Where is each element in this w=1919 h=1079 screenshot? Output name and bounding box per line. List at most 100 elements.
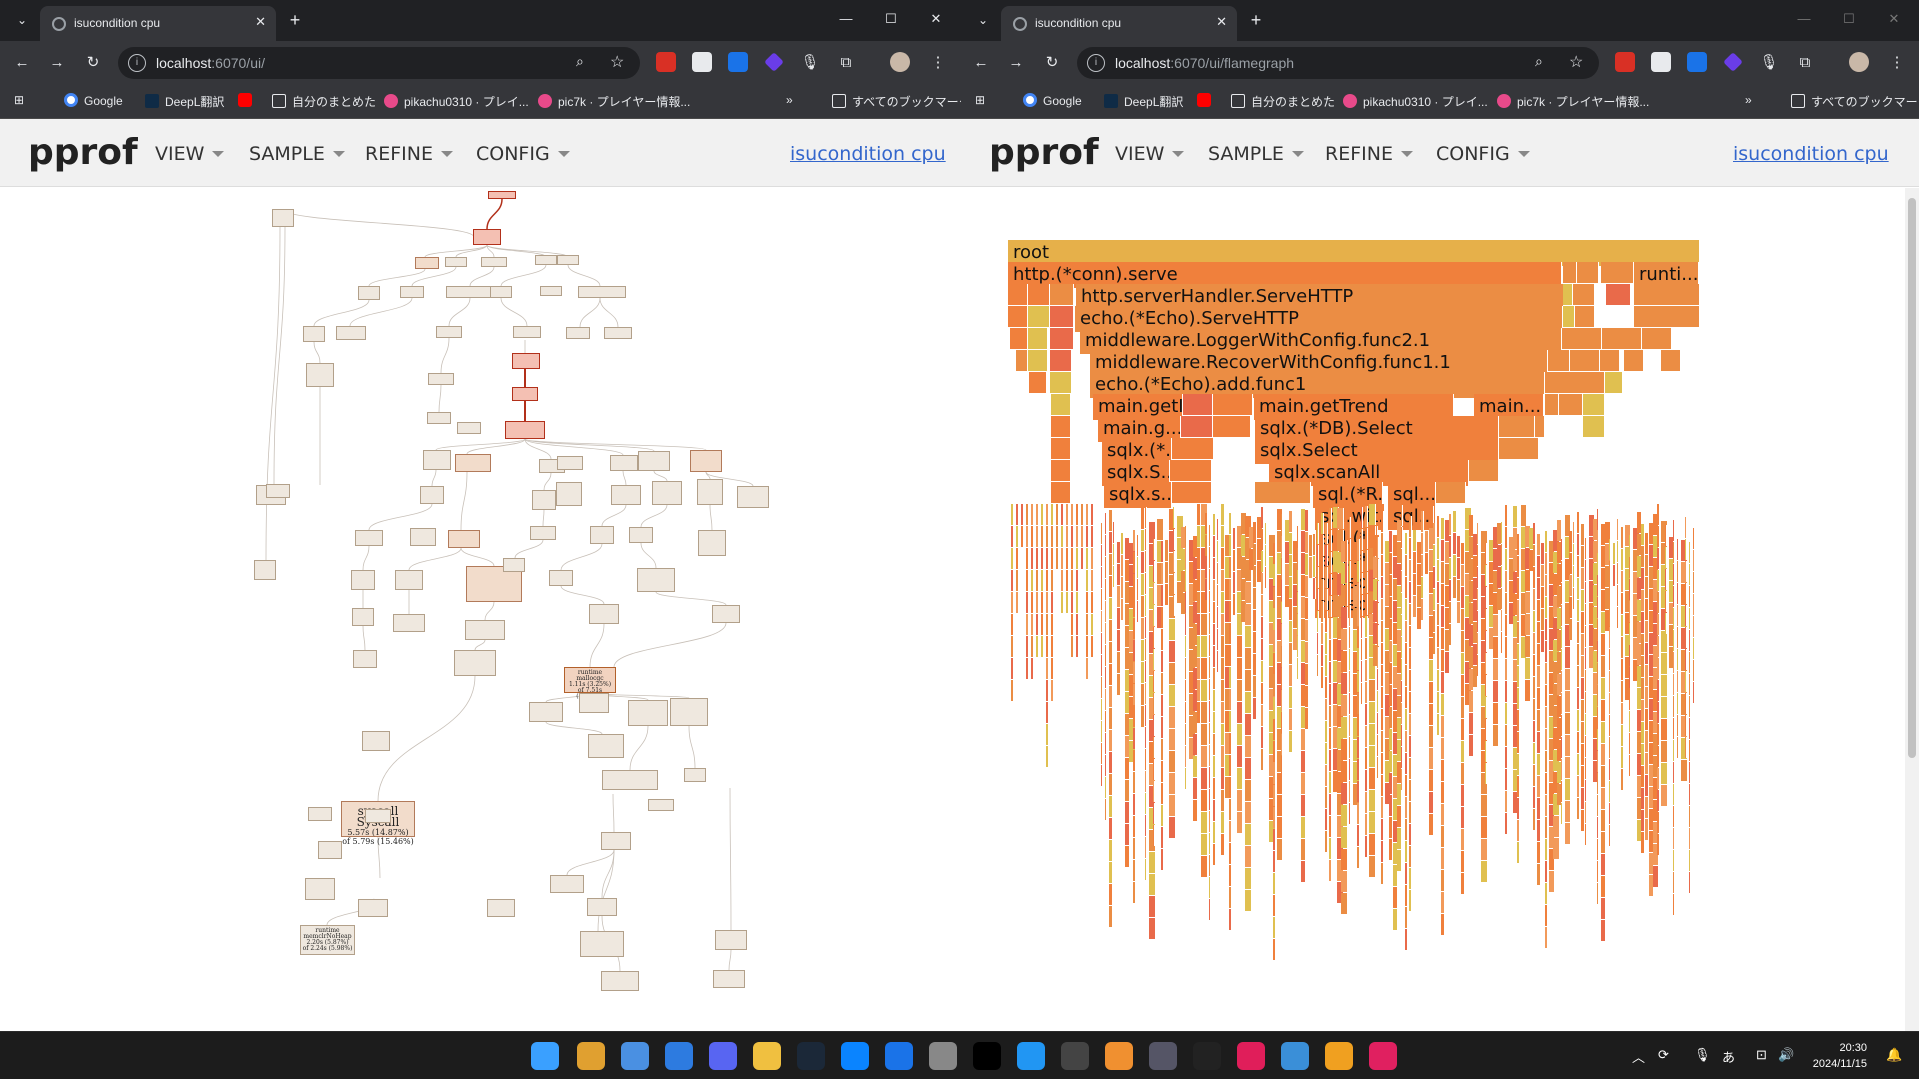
graph-node[interactable] <box>358 899 388 917</box>
flame-frame[interactable] <box>1209 789 1211 810</box>
flame-frame[interactable] <box>1693 682 1695 703</box>
flame-frame[interactable] <box>1537 732 1541 753</box>
flame-frame[interactable] <box>1689 806 1691 827</box>
flame-frame[interactable] <box>1433 633 1436 654</box>
flame-frame[interactable] <box>1237 812 1243 833</box>
flame-frame[interactable] <box>1026 548 1029 569</box>
flame-frame[interactable] <box>1585 604 1587 625</box>
flame-frame[interactable] <box>1577 798 1580 819</box>
flame-frame[interactable] <box>1349 781 1351 802</box>
flame-frame[interactable] <box>1609 693 1611 714</box>
profile-link[interactable]: isucondition cpu <box>1733 143 1889 165</box>
network-icon[interactable]: ⊡ <box>1756 1047 1767 1063</box>
flame-frame[interactable] <box>1533 545 1536 566</box>
flame-frame[interactable] <box>1401 769 1403 790</box>
bookmark-youtube[interactable] <box>1197 93 1217 108</box>
flame-frame[interactable] <box>1281 668 1283 689</box>
flame-frame[interactable] <box>1629 689 1631 710</box>
ime-indicator[interactable]: あ <box>1722 1047 1735 1066</box>
flame-frame[interactable] <box>1086 614 1089 635</box>
flame-frame[interactable] <box>1477 523 1479 544</box>
flame-frame[interactable] <box>1441 804 1445 825</box>
graph-node[interactable] <box>713 970 745 988</box>
flame-frame[interactable] <box>1693 528 1695 549</box>
flame-frame[interactable] <box>1381 687 1384 708</box>
graph-node[interactable] <box>393 614 425 632</box>
zoom-icon[interactable]: ⌕ <box>576 53 584 70</box>
graph-node[interactable] <box>611 485 641 505</box>
flame-frame[interactable] <box>1609 649 1611 670</box>
flame-frame[interactable] <box>1661 675 1668 696</box>
flame-frame[interactable] <box>1153 825 1155 846</box>
flame-frame[interactable] <box>1397 806 1402 827</box>
flame-frame[interactable] <box>1441 870 1445 891</box>
flame-frame[interactable] <box>1365 704 1368 725</box>
flame-frame[interactable] <box>1277 839 1283 860</box>
flame-frame[interactable] <box>1585 692 1587 713</box>
flame-frame[interactable] <box>1642 328 1672 349</box>
graph-node[interactable] <box>465 620 505 640</box>
flame-frame[interactable] <box>1016 592 1019 613</box>
graph-node[interactable] <box>481 257 507 267</box>
flame-frame[interactable] <box>1609 715 1611 736</box>
flame-frame[interactable] <box>1071 504 1074 525</box>
flame-frame[interactable] <box>1577 644 1580 665</box>
flame-frame[interactable] <box>1585 560 1587 581</box>
flame-frame[interactable] <box>1061 570 1064 591</box>
flame-frame[interactable] <box>1161 717 1164 738</box>
flame-frame[interactable] <box>1573 588 1575 609</box>
flame-frame[interactable] <box>1209 899 1211 920</box>
address-bar[interactable]: i localhost:6070/ui/flamegraph ⌕ ☆ <box>1077 47 1599 79</box>
flame-frame[interactable] <box>1209 723 1211 744</box>
flame-frame[interactable] <box>1217 607 1219 628</box>
flame-frame[interactable] <box>1273 587 1276 608</box>
flame-frame[interactable] <box>1261 617 1264 638</box>
flame-frame[interactable] <box>1185 680 1187 701</box>
flame-frame[interactable] <box>1689 586 1691 607</box>
flame-frame[interactable] <box>1213 756 1216 777</box>
flame-frame[interactable] <box>1321 667 1324 688</box>
flame-frame[interactable] <box>1673 762 1675 783</box>
flame-frame[interactable] <box>1609 671 1611 692</box>
flame-frame[interactable] <box>1597 883 1599 904</box>
flame-frame[interactable] <box>1621 769 1624 790</box>
flame-frame[interactable] <box>1081 548 1084 569</box>
flame-frame[interactable] <box>1169 685 1176 706</box>
flame-frame[interactable] <box>1066 548 1069 569</box>
flame-frame[interactable] <box>1161 629 1164 650</box>
more-bookmarks-icon[interactable]: » <box>1745 93 1752 107</box>
flame-frame[interactable] <box>1101 765 1103 786</box>
graph-node[interactable] <box>420 486 444 504</box>
flame-frame[interactable] <box>1401 593 1403 614</box>
flame-frame[interactable] <box>1501 610 1503 631</box>
flame-frame[interactable] <box>1101 611 1103 632</box>
flame-frame[interactable] <box>1133 596 1136 617</box>
flame-frame[interactable] <box>1685 561 1687 582</box>
flame-frame[interactable] <box>1577 732 1580 753</box>
flame-frame[interactable] <box>1617 541 1619 562</box>
flame-frame[interactable] <box>1437 604 1440 625</box>
flame-frame[interactable] <box>1028 284 1050 305</box>
flame-frame[interactable] <box>1477 545 1479 566</box>
flame-frame[interactable] <box>1161 607 1164 628</box>
flame-frame[interactable] <box>1365 550 1368 571</box>
flame-frame[interactable] <box>1245 802 1252 823</box>
flame-frame[interactable] <box>1689 718 1691 739</box>
flame-frame[interactable] <box>1673 740 1675 761</box>
flame-frame[interactable] <box>1657 834 1660 855</box>
flame-frame[interactable] <box>1573 522 1575 543</box>
flame-frame[interactable] <box>1281 624 1283 645</box>
graph-node[interactable] <box>579 693 609 713</box>
flame-frame[interactable] <box>1297 592 1299 613</box>
flame-frame[interactable] <box>1629 755 1631 776</box>
flame-frame[interactable] <box>1341 783 1348 804</box>
flame-frame[interactable] <box>1548 350 1570 371</box>
flame-frame[interactable] <box>1229 755 1232 776</box>
flame-frame[interactable] <box>1153 627 1155 648</box>
bookmark-star-icon[interactable]: ☆ <box>1569 52 1583 72</box>
flame-frame[interactable] <box>1629 645 1631 666</box>
flame-frame[interactable] <box>1046 702 1049 723</box>
flame-frame[interactable]: sqlx.s... <box>1104 482 1172 508</box>
flame-frame[interactable] <box>1201 658 1208 679</box>
flame-frame[interactable] <box>1673 586 1675 607</box>
